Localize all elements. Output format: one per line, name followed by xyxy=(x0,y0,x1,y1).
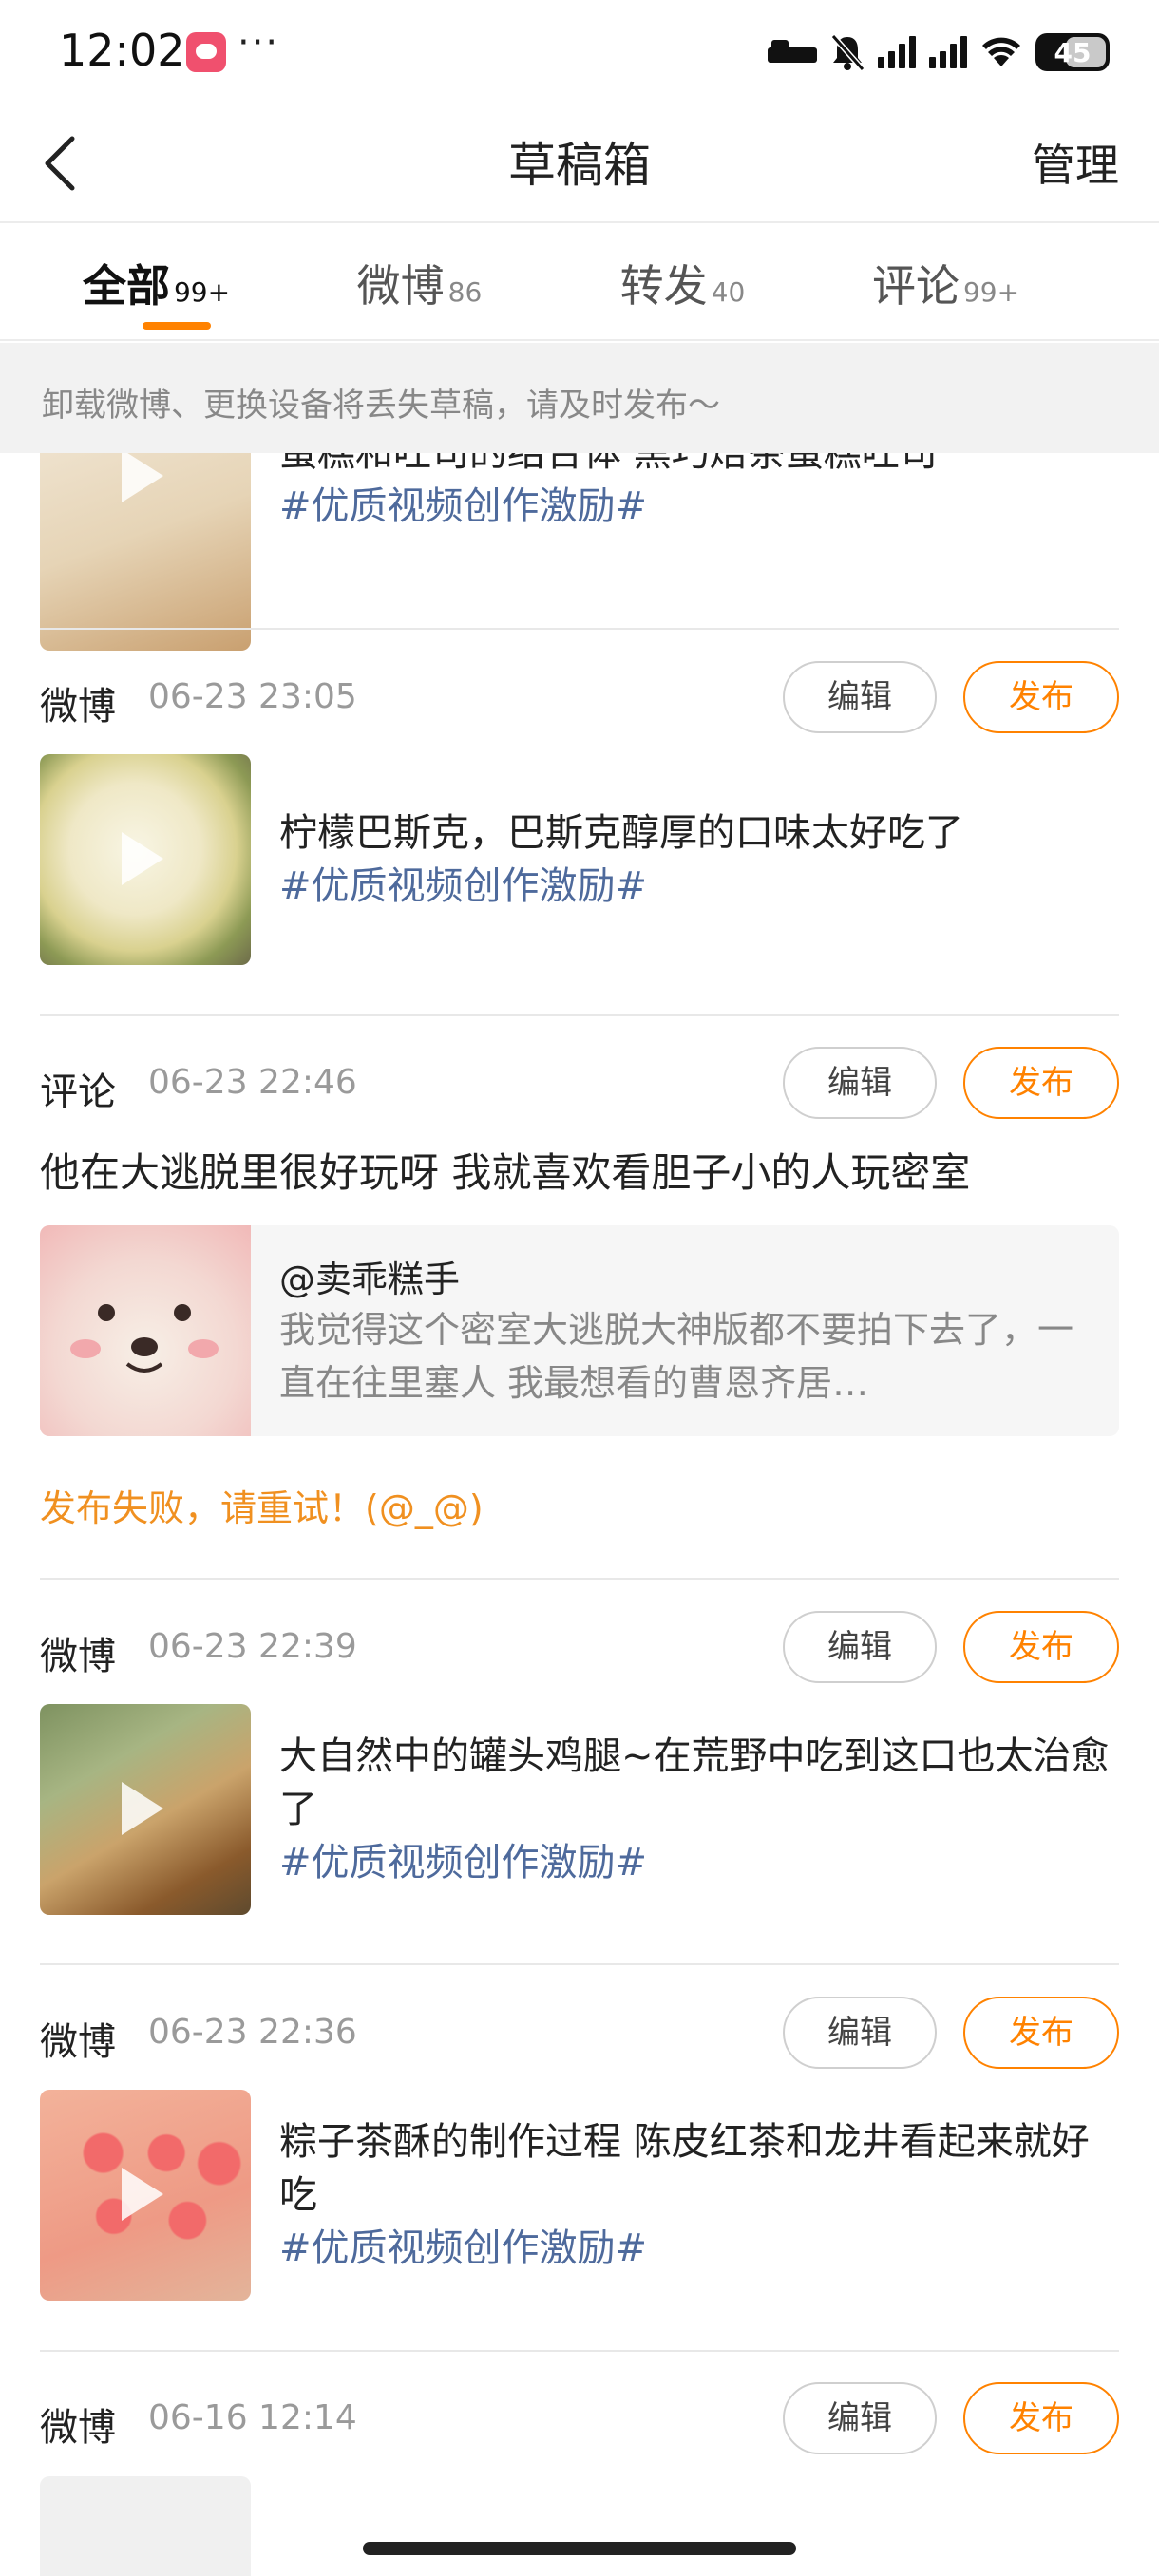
draft-type: 微博 xyxy=(40,2406,116,2450)
video-thumbnail[interactable] xyxy=(40,2090,251,2301)
edit-button[interactable]: 编辑 xyxy=(783,1611,937,1683)
status-bar: 12:02 ··· 45 xyxy=(0,0,1159,104)
status-time: 12:02 xyxy=(59,25,185,76)
tab-all[interactable]: 全部 99+ xyxy=(25,225,288,339)
video-thumbnail[interactable] xyxy=(40,1704,251,1915)
post-body: 柠檬巴斯克，巴斯克醇厚的口味太好吃了 xyxy=(279,811,963,855)
play-icon xyxy=(122,832,163,885)
publish-button[interactable]: 发布 xyxy=(963,1611,1119,1683)
draft-time: 06-23 22:46 xyxy=(148,1063,357,1102)
tab-bar: 全部 99+ 微博 86 转发 40 评论 99+ xyxy=(0,225,1159,341)
more-notifications-icon: ··· xyxy=(238,21,280,65)
comment-body: 他在大逃脱里很好玩呀 我就喜欢看胆子小的人玩密室 xyxy=(40,1149,971,1196)
draft-time: 06-16 12:14 xyxy=(148,2398,357,2437)
tab-weibo[interactable]: 微博 86 xyxy=(288,225,551,339)
post-body: 大自然中的罐头鸡腿~在荒野中吃到这口也太治愈了 xyxy=(279,1734,1110,1831)
video-thumbnail[interactable] xyxy=(40,754,251,965)
divider xyxy=(40,1578,1119,1580)
tab-count: 99+ xyxy=(962,276,1020,308)
signal-icon xyxy=(878,36,916,68)
signal-icon-2 xyxy=(929,36,967,68)
page-title: 草稿箱 xyxy=(508,138,651,193)
hashtag-link[interactable]: #优质视频创作激励# xyxy=(279,2222,1115,2275)
post-body: 蛋糕和吐司的结合体 黑巧焙茶蛋糕吐司 xyxy=(279,453,938,475)
draft-type: 微博 xyxy=(40,1635,116,1678)
active-tab-indicator xyxy=(142,322,211,330)
draft-type: 微博 xyxy=(40,685,116,729)
tab-label: 全部 xyxy=(82,260,170,312)
publish-button[interactable]: 发布 xyxy=(963,1047,1119,1119)
quoted-author[interactable]: @卖乖糕手 xyxy=(279,1250,460,1302)
post-text: 蛋糕和吐司的结合体 黑巧焙茶蛋糕吐司 #优质视频创作激励# xyxy=(279,453,1115,533)
mute-bell-icon xyxy=(830,34,864,71)
home-indicator[interactable] xyxy=(363,2542,796,2555)
tab-repost[interactable]: 转发 40 xyxy=(551,225,814,339)
hashtag-link[interactable]: #优质视频创作激励# xyxy=(279,860,1115,913)
tab-label: 微博 xyxy=(356,260,445,312)
divider xyxy=(40,2350,1119,2352)
tab-count: 99+ xyxy=(173,276,231,308)
post-text: 粽子茶酥的制作过程 陈皮红茶和龙井看起来就好吃 #优质视频创作激励# xyxy=(279,2115,1115,2275)
wifi-icon xyxy=(982,37,1020,66)
draft-type: 评论 xyxy=(40,1070,116,1114)
nav-bar: 草稿箱 管理 xyxy=(0,104,1159,223)
publish-button[interactable]: 发布 xyxy=(963,2382,1119,2454)
manage-button[interactable]: 管理 xyxy=(1032,131,1119,194)
publish-button[interactable]: 发布 xyxy=(963,661,1119,733)
tab-count: 40 xyxy=(711,276,746,308)
edit-button[interactable]: 编辑 xyxy=(783,2382,937,2454)
draft-time: 06-23 22:39 xyxy=(148,1627,357,1666)
divider xyxy=(40,628,1119,630)
post-text: 柠檬巴斯克，巴斯克醇厚的口味太好吃了 #优质视频创作激励# xyxy=(279,806,1115,913)
tab-count: 86 xyxy=(447,276,483,308)
edit-button[interactable]: 编辑 xyxy=(783,1047,937,1119)
tab-comment[interactable]: 评论 99+ xyxy=(814,225,1077,339)
draft-time: 06-23 22:36 xyxy=(148,2013,357,2052)
quoted-post[interactable]: @卖乖糕手 我觉得这个密室大逃脱大神版都不要拍下去了，一直在往里塞人 我最想看的… xyxy=(40,1225,1119,1436)
post-text: 大自然中的罐头鸡腿~在荒野中吃到这口也太治愈了 #优质视频创作激励# xyxy=(279,1730,1115,1889)
video-thumbnail[interactable] xyxy=(40,453,251,651)
edit-button[interactable]: 编辑 xyxy=(783,1997,937,2069)
quoted-post-thumbnail xyxy=(40,1225,251,1436)
bear-avatar-image xyxy=(70,1304,218,1373)
tab-label: 转发 xyxy=(619,260,708,312)
divider xyxy=(40,1963,1119,1965)
publish-button[interactable]: 发布 xyxy=(963,1997,1119,2069)
draft-type: 微博 xyxy=(40,2020,116,2064)
draft-list: 蛋糕和吐司的结合体 黑巧焙茶蛋糕吐司 #优质视频创作激励# 微博 06-23 2… xyxy=(0,453,1159,2576)
draft-time: 06-23 23:05 xyxy=(148,677,357,716)
edit-button[interactable]: 编辑 xyxy=(783,661,937,733)
hashtag-link[interactable]: #优质视频创作激励# xyxy=(279,1836,1115,1889)
quoted-text: 我觉得这个密室大逃脱大神版都不要拍下去了，一直在往里塞人 我最想看的曹恩齐居… xyxy=(279,1309,1074,1404)
draft-notice: 卸载微博、更换设备将丢失草稿，请及时发布～ xyxy=(0,343,1159,453)
battery-level: 45 xyxy=(1054,37,1092,68)
publish-failed-message[interactable]: 发布失败，请重试！(@_@) xyxy=(40,1479,484,1531)
status-icons: 45 xyxy=(768,28,1110,76)
battery-icon: 45 xyxy=(1036,33,1110,71)
post-body: 粽子茶酥的制作过程 陈皮红茶和龙井看起来就好吃 xyxy=(279,2120,1090,2217)
play-icon xyxy=(122,2168,163,2221)
weibo-notification-icon xyxy=(186,32,226,72)
sleep-mode-icon xyxy=(768,38,817,66)
play-icon xyxy=(122,453,163,502)
video-thumbnail[interactable] xyxy=(40,2476,251,2576)
hashtag-link[interactable]: #优质视频创作激励# xyxy=(279,480,1115,533)
divider xyxy=(40,1014,1119,1016)
play-icon xyxy=(122,1782,163,1835)
tab-label: 评论 xyxy=(871,260,960,312)
